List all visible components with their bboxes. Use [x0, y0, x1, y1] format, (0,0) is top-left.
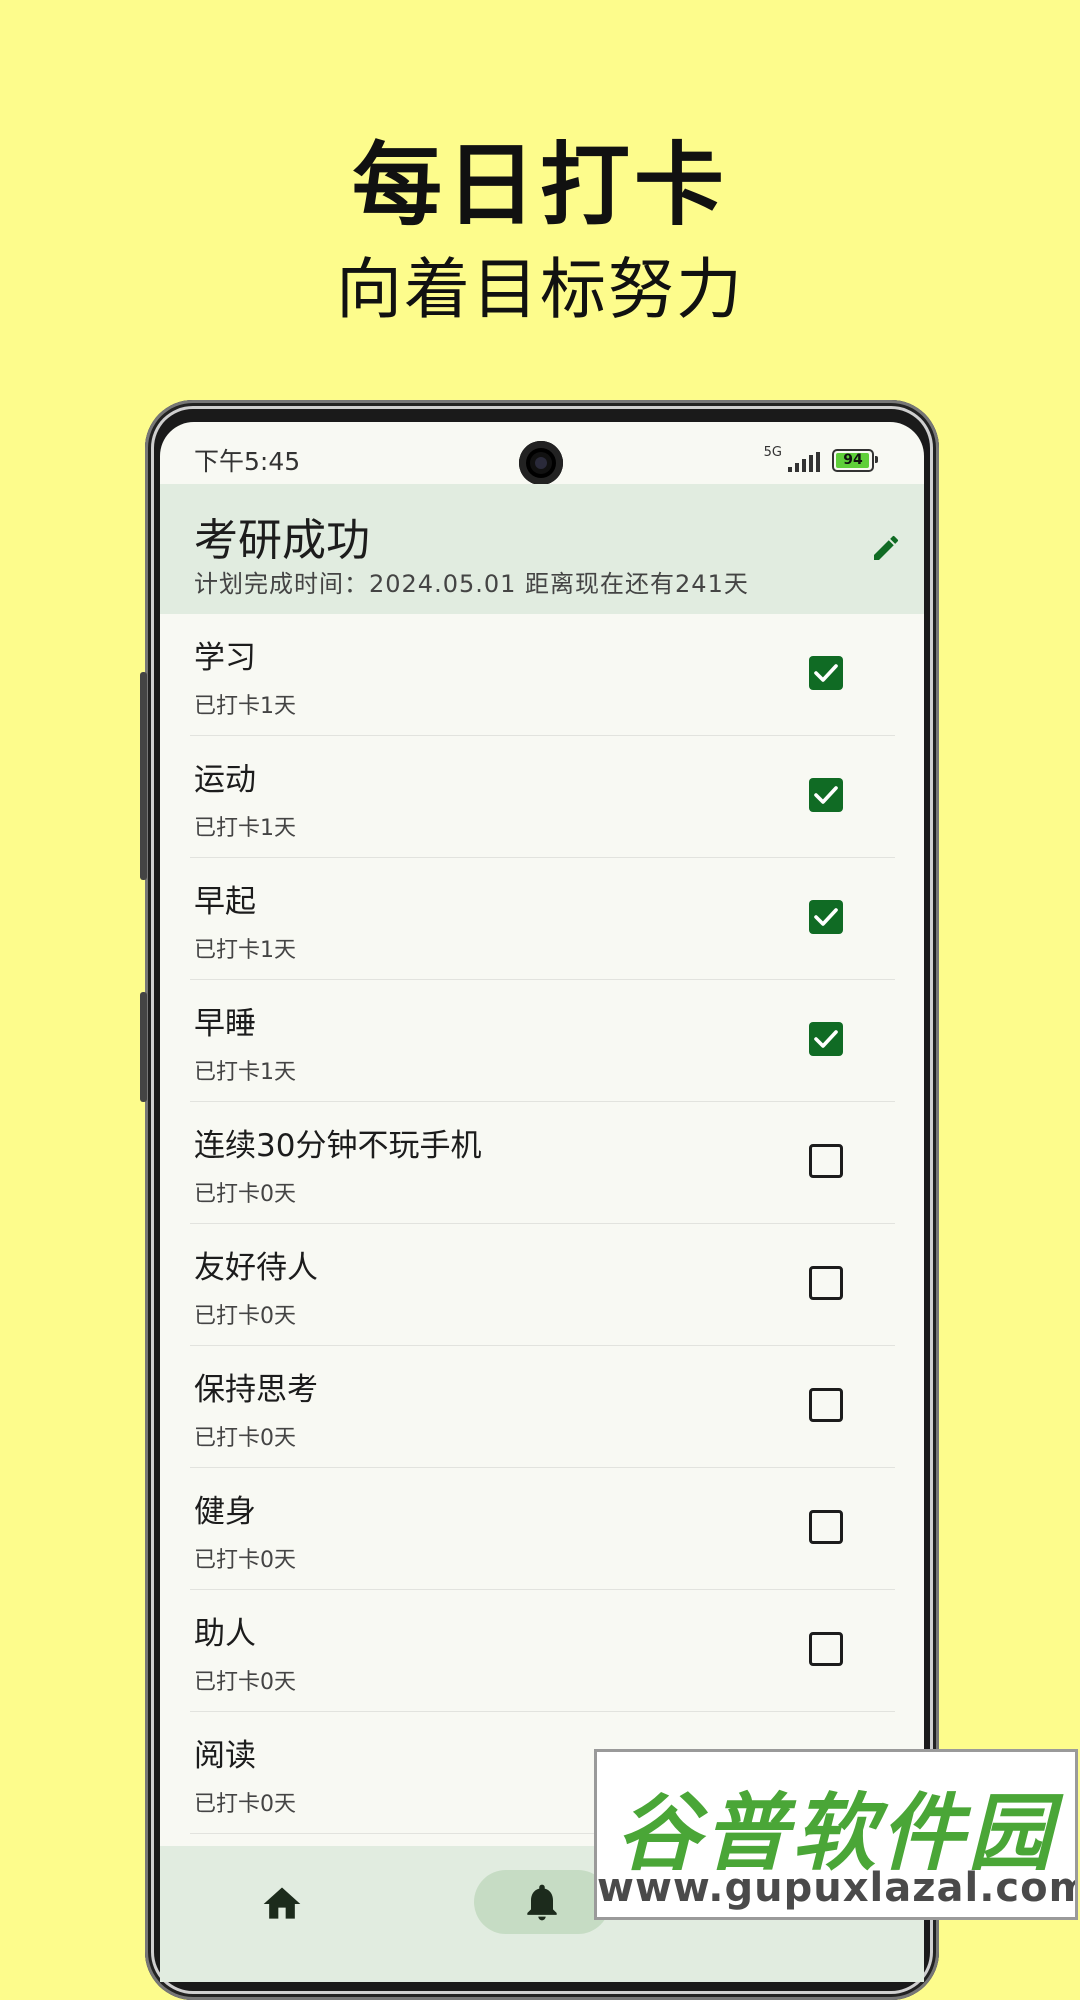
- phone-side-button: [140, 672, 147, 880]
- habit-count: 已打卡0天: [194, 1792, 296, 1817]
- habit-count: 已打卡1天: [194, 938, 296, 963]
- promo-subline: 向着目标努力: [336, 251, 744, 328]
- status-icons: 5G 94: [763, 445, 878, 472]
- habit-title: 学习: [194, 640, 256, 676]
- phone-side-button: [140, 992, 147, 1102]
- phone-screen: 下午5:45 5G 94 考研成功 计划完成时间：2024.05.01 距离现在…: [160, 422, 924, 1982]
- habit-title: 早睡: [194, 1006, 256, 1042]
- habit-title: 健身: [194, 1494, 256, 1530]
- habit-row[interactable]: 连续30分钟不玩手机已打卡0天: [190, 1102, 895, 1224]
- habit-count: 已打卡0天: [194, 1670, 296, 1695]
- home-icon[interactable]: [260, 1882, 304, 1926]
- habit-title: 保持思考: [194, 1372, 318, 1408]
- habit-title: 连续30分钟不玩手机: [194, 1128, 482, 1164]
- promo-headline: 每日打卡: [352, 133, 728, 238]
- check-icon: [814, 664, 838, 682]
- habit-count: 已打卡0天: [194, 1182, 296, 1207]
- habit-checkbox[interactable]: [809, 1144, 843, 1178]
- habit-count: 已打卡0天: [194, 1548, 296, 1573]
- habit-row[interactable]: 友好待人已打卡0天: [190, 1224, 895, 1346]
- status-time: 下午5:45: [194, 447, 301, 476]
- habit-count: 已打卡1天: [194, 694, 296, 719]
- watermark-url: www.gupuxlazal.com: [597, 1865, 1078, 1911]
- check-icon: [814, 1030, 838, 1048]
- goal-header: 考研成功 计划完成时间：2024.05.01 距离现在还有241天: [160, 484, 924, 614]
- habit-row[interactable]: 健身已打卡0天: [190, 1468, 895, 1590]
- watermark-logo: 谷普软件园 www.gupuxlazal.com: [594, 1749, 1078, 1920]
- pencil-icon[interactable]: [870, 532, 902, 564]
- habit-count: 已打卡1天: [194, 1060, 296, 1085]
- habit-checkbox[interactable]: [809, 1022, 843, 1056]
- status-bar: 下午5:45 5G 94: [160, 422, 924, 485]
- goal-title: 考研成功: [194, 515, 370, 566]
- habit-row[interactable]: 保持思考已打卡0天: [190, 1346, 895, 1468]
- habit-list: 学习 已打卡1天 运动 已打卡1天 早起 已打卡1天 早睡 已打卡1天 连续30分钟不玩手机 已打…: [190, 614, 895, 1834]
- bell-icon[interactable]: [520, 1880, 564, 1924]
- habit-checkbox[interactable]: [809, 656, 843, 690]
- check-icon: [814, 908, 838, 926]
- habit-checkbox[interactable]: [809, 1632, 843, 1666]
- habit-row[interactable]: 早睡已打卡1天: [190, 980, 895, 1102]
- habit-title: 助人: [194, 1616, 256, 1652]
- habit-checkbox[interactable]: [809, 778, 843, 812]
- habit-count: 已打卡0天: [194, 1304, 296, 1329]
- habit-title: 阅读: [194, 1738, 256, 1774]
- habit-row[interactable]: 运动已打卡1天: [190, 736, 895, 858]
- habit-row[interactable]: 学习已打卡1天: [190, 614, 895, 736]
- habit-title: 友好待人: [194, 1250, 318, 1286]
- goal-subtitle: 计划完成时间：2024.05.01 距离现在还有241天: [194, 570, 749, 598]
- signal-icon: [788, 452, 820, 472]
- battery-level: 94: [843, 452, 863, 468]
- habit-row[interactable]: 早起已打卡1天: [190, 858, 895, 980]
- network-label: 5G: [763, 445, 782, 460]
- front-camera: [519, 441, 563, 485]
- habit-checkbox[interactable]: [809, 900, 843, 934]
- habit-checkbox[interactable]: [809, 1266, 843, 1300]
- habit-title: 早起: [194, 884, 256, 920]
- habit-title: 运动: [194, 762, 256, 798]
- check-icon: [814, 786, 838, 804]
- habit-checkbox[interactable]: [809, 1388, 843, 1422]
- habit-row[interactable]: 助人已打卡0天: [190, 1590, 895, 1712]
- habit-checkbox[interactable]: [809, 1510, 843, 1544]
- battery-icon: 94: [832, 449, 878, 472]
- habit-count: 已打卡0天: [194, 1426, 296, 1451]
- habit-count: 已打卡1天: [194, 816, 296, 841]
